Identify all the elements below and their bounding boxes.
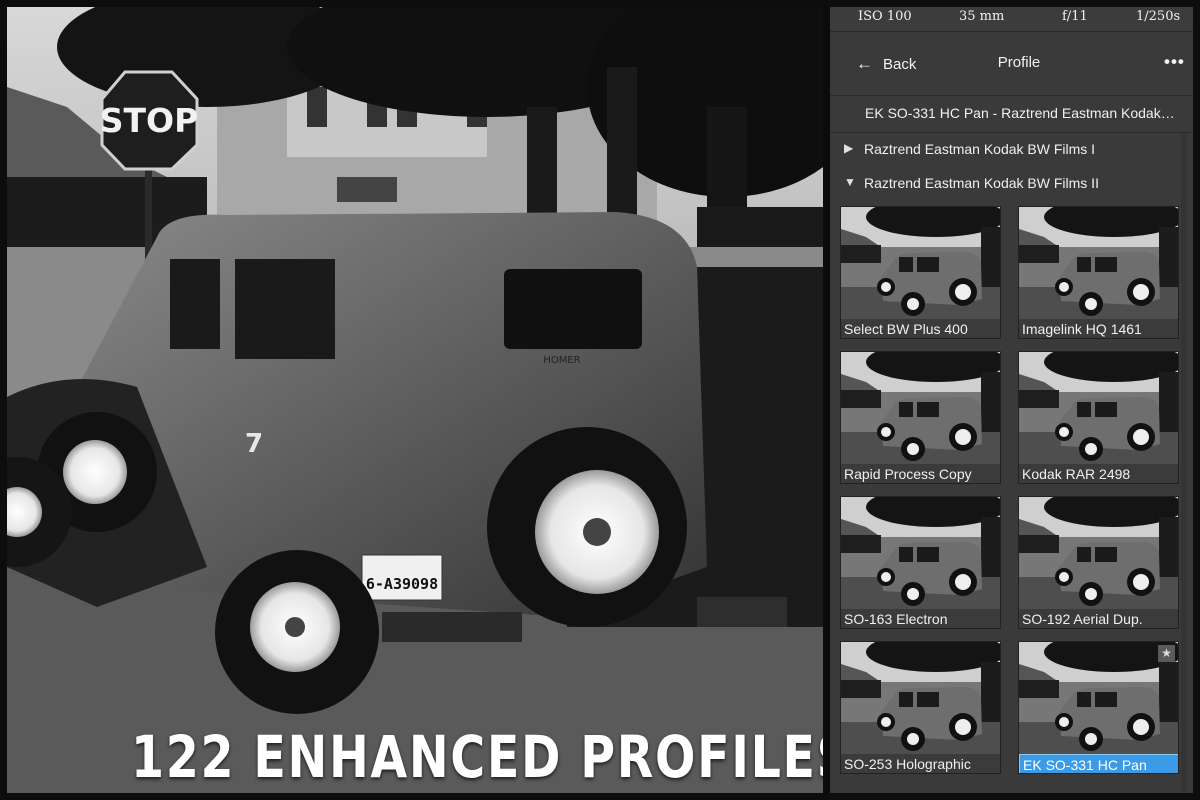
car-photo: STOP HOMER 7 6-A39098: [7, 7, 823, 793]
panel-scrollbar[interactable]: [1181, 133, 1187, 793]
profile-name: EK SO-331 HC Pan: [1019, 754, 1178, 773]
group-label: Raztrend Eastman Kodak BW Films II: [864, 175, 1099, 191]
exif-aperture: f/11: [1062, 9, 1088, 24]
favorite-star-icon[interactable]: ★: [1158, 645, 1175, 662]
profile-name: Rapid Process Copy: [841, 464, 1000, 483]
group-label: Raztrend Eastman Kodak BW Films I: [864, 141, 1096, 157]
profile-name: SO-253 Holographic: [841, 754, 1000, 773]
photo-preview: STOP HOMER 7 6-A39098 122 ENHANCED PROFI…: [7, 7, 823, 793]
exif-shutter: 1/250s: [1136, 9, 1181, 24]
profile-group-films-1[interactable]: ▶ Raztrend Eastman Kodak BW Films I: [830, 135, 1193, 165]
profile-tile[interactable]: Kodak RAR 2498: [1018, 351, 1179, 484]
profile-tile[interactable]: Rapid Process Copy: [840, 351, 1001, 484]
car-name-text: HOMER: [543, 355, 580, 366]
profile-tile-selected[interactable]: ★ EK SO-331 HC Pan: [1018, 641, 1179, 774]
profile-group-films-2[interactable]: ▼ Raztrend Eastman Kodak BW Films II: [830, 169, 1193, 199]
profile-nav-bar: ← Back Profile •••: [830, 32, 1193, 94]
profile-name: Select BW Plus 400: [841, 319, 1000, 338]
stop-sign-text: STOP: [100, 101, 199, 140]
profile-name: Imagelink HQ 1461: [1019, 319, 1178, 338]
current-profile-field[interactable]: EK SO-331 HC Pan - Raztrend Eastman Koda…: [830, 95, 1193, 133]
profile-tile[interactable]: SO-192 Aerial Dup.: [1018, 496, 1179, 629]
profile-tile[interactable]: SO-163 Electron: [840, 496, 1001, 629]
current-profile-name: EK SO-331 HC Pan - Raztrend Eastman Koda…: [865, 105, 1175, 121]
collapse-triangle-icon: ▼: [844, 175, 856, 189]
svg-text:7: 7: [245, 429, 263, 459]
expand-triangle-icon: ▶: [844, 141, 854, 155]
panel-title: Profile: [997, 54, 1041, 71]
plate-text: 6-A39098: [366, 575, 438, 593]
profile-name: Kodak RAR 2498: [1019, 464, 1178, 483]
profile-name: SO-163 Electron: [841, 609, 1000, 628]
more-options-icon[interactable]: •••: [1164, 52, 1185, 72]
exif-bar: ISO 100 35 mm f/11 1/250s: [830, 7, 1193, 32]
profile-tile[interactable]: Select BW Plus 400: [840, 206, 1001, 339]
profile-name: SO-192 Aerial Dup.: [1019, 609, 1178, 628]
overlay-title: 122 ENHANCED PROFILES: [131, 723, 823, 791]
exif-iso: ISO 100: [858, 9, 912, 24]
profile-tile[interactable]: Imagelink HQ 1461: [1018, 206, 1179, 339]
exif-focal-length: 35 mm: [959, 9, 1005, 24]
profile-panel: ISO 100 35 mm f/11 1/250s ← Back Profile …: [830, 7, 1193, 793]
profile-tile[interactable]: SO-253 Holographic: [840, 641, 1001, 774]
